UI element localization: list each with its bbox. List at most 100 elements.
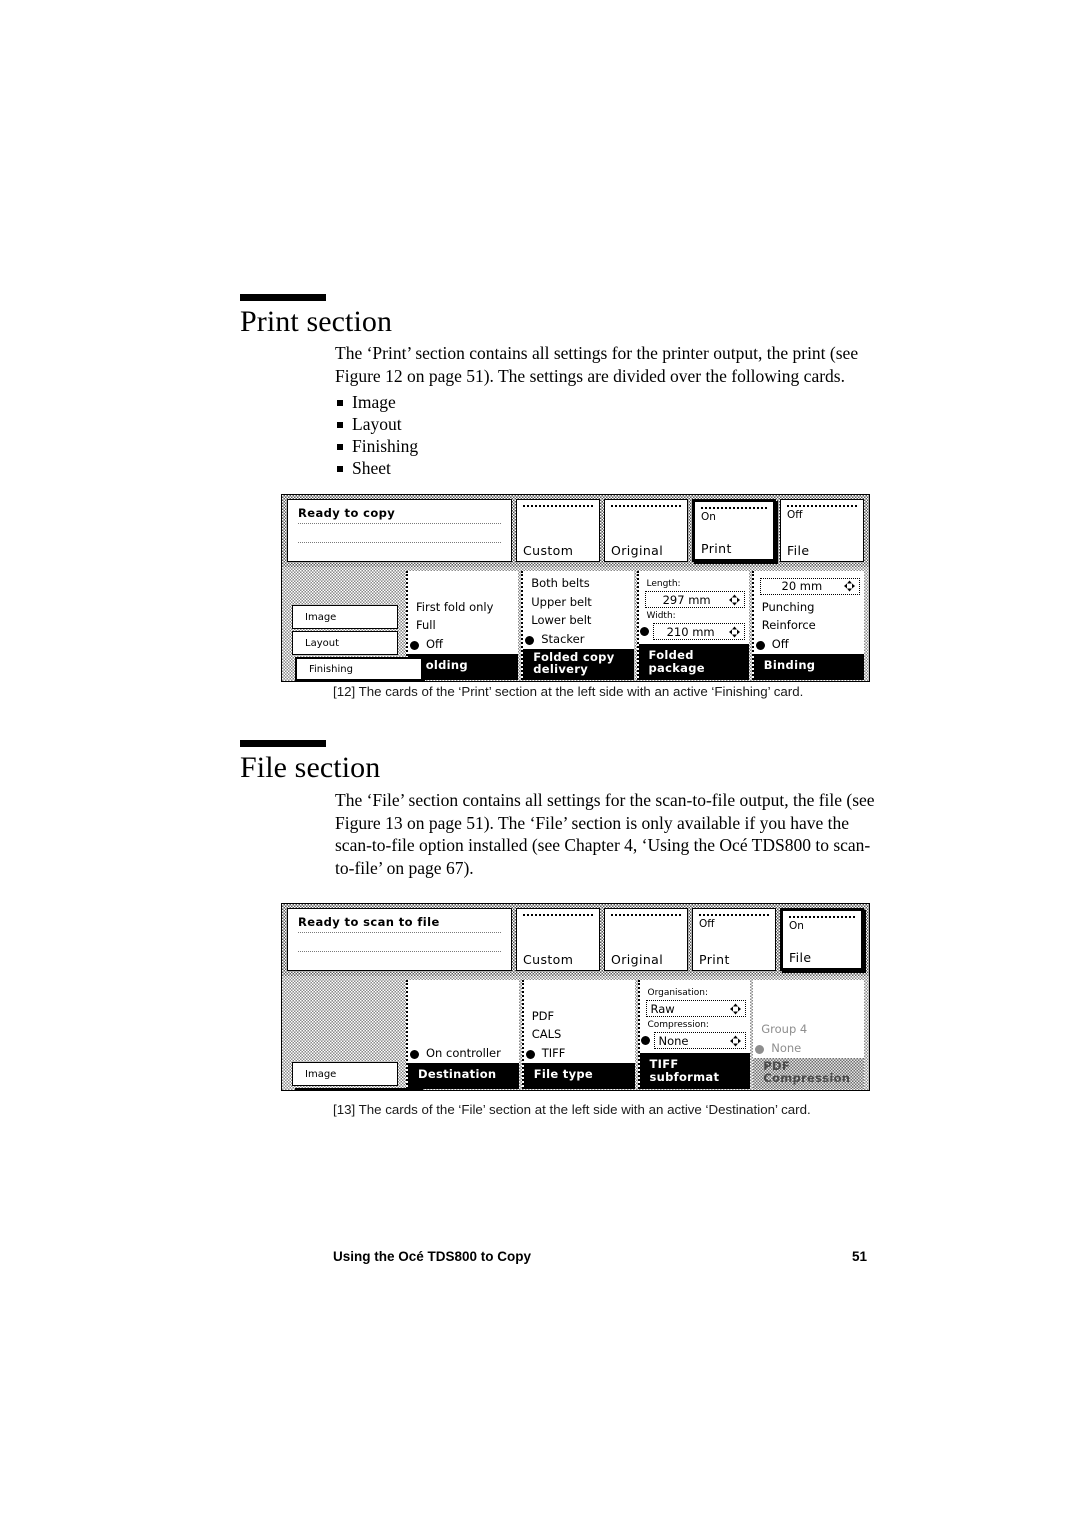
fig13-column-pdf-compression: Group 4 None PDF Compression	[753, 980, 864, 1089]
sidebar-item-image-label: Image	[305, 611, 337, 623]
fig13-status-title: Ready to scan to file	[298, 915, 440, 929]
list-item-label: Layout	[352, 414, 402, 434]
option-binding-off[interactable]: Off	[755, 635, 860, 654]
list-item: Layout	[335, 413, 880, 435]
sidebar-item-destination[interactable]: Destination	[295, 1088, 423, 1090]
fig12-folding-options: First fold only Full Off	[409, 571, 518, 654]
fig13-topcard-print-label: Print	[699, 952, 730, 967]
radio-dot-compression-icon	[640, 1036, 650, 1045]
option-punching[interactable]: Punching	[760, 598, 860, 617]
sidebar-item-finishing[interactable]: Finishing	[295, 657, 423, 681]
option-folding-off[interactable]: Off	[409, 635, 518, 654]
fig13-topcard-custom[interactable]: Custom	[516, 908, 600, 971]
fig13-lower-area: Image Destination On controller Destinat…	[282, 976, 869, 1090]
page-title-print: Print section	[240, 305, 393, 338]
sidebar-item-image-label: Image	[305, 1068, 337, 1080]
spinner-binding-margin[interactable]: 20 mm	[759, 577, 860, 595]
fig12-status-dotline-2	[298, 542, 501, 543]
bullet-square-icon	[337, 466, 343, 472]
sidebar-item-image[interactable]: Image	[292, 605, 398, 629]
option-reinforce[interactable]: Reinforce	[760, 616, 860, 635]
fig13-topcard-file[interactable]: On File	[780, 908, 864, 971]
fig12-column-folded-copy-delivery: Both belts Upper belt Lower belt Stacker…	[521, 571, 634, 680]
spinner-width[interactable]: 210 mm	[639, 623, 745, 640]
fig12-topcard-custom[interactable]: Custom	[516, 499, 600, 562]
fig13-status-dotline-1	[298, 932, 501, 933]
fig12-binding-options: 20 mm Punching Reinforce Off	[755, 571, 864, 654]
fig12-topcard-original-label: Original	[611, 543, 664, 558]
fig12-topcard-custom-dots	[523, 505, 593, 507]
option-full[interactable]: Full	[414, 616, 518, 635]
list-item: Sheet	[335, 457, 880, 479]
fig12-status-title: Ready to copy	[298, 506, 396, 520]
fig13-topcard-original-dots	[611, 914, 681, 916]
dropdown-compression-value: None	[658, 1033, 689, 1048]
fig12-status-box: Ready to copy	[287, 499, 512, 562]
fig12-column-header-folded-copy-delivery: Folded copy delivery	[523, 649, 634, 680]
fig13-topcard-original[interactable]: Original	[604, 908, 688, 971]
file-section-paragraph-text: The ‘File’ section contains all settings…	[335, 790, 875, 878]
fig13-topcard-file-dots	[789, 916, 855, 918]
option-first-fold-only[interactable]: First fold only	[414, 598, 518, 617]
page-title-file: File section	[240, 751, 381, 784]
fig13-destination-options: On controller	[410, 980, 519, 1063]
fig12-topcard-print[interactable]: On Print	[692, 499, 776, 562]
fig12-column-header-binding: Binding	[753, 654, 864, 680]
fig13-topcard-file-upper: On	[789, 920, 804, 932]
figure-13-caption: [13] The cards of the ‘File’ section at …	[333, 1102, 811, 1117]
fig13-status-dotline-2	[298, 951, 501, 952]
fig13-column-header-pdf-compression: PDF Compression	[753, 1058, 864, 1089]
spinner-arrows-icon[interactable]	[728, 594, 740, 605]
page-number: 51	[851, 1249, 867, 1264]
option-pdf[interactable]: PDF	[530, 1007, 635, 1026]
spinner-length[interactable]: 297 mm	[644, 591, 745, 608]
dropdown-organisation[interactable]: Raw	[645, 1000, 747, 1017]
spinner-binding-margin-value: 20 mm	[781, 579, 823, 593]
fig13-column-destination: On controller Destination	[406, 980, 519, 1089]
file-section-paragraph: The ‘File’ section contains all settings…	[335, 789, 880, 879]
option-group-4: Group 4	[761, 1022, 808, 1036]
option-tiff[interactable]: TIFF	[525, 1044, 635, 1063]
sidebar-item-layout[interactable]: Layout	[292, 631, 398, 655]
dropdown-organisation-value: Raw	[650, 1001, 675, 1016]
fig13-topcard-print[interactable]: Off Print	[692, 908, 776, 971]
spinner-width-value: 210 mm	[666, 624, 715, 639]
option-cals[interactable]: CALS	[530, 1025, 635, 1044]
heading-rule	[240, 294, 326, 301]
fig13-file-type-options: PDF CALS TIFF	[525, 980, 635, 1063]
field-label-compression: Compression:	[647, 1020, 709, 1030]
bullet-square-icon	[337, 422, 343, 428]
option-lower-belt[interactable]: Lower belt	[529, 611, 633, 630]
fig12-topcard-print-dots	[701, 507, 767, 509]
fig13-column-header-destination: Destination	[408, 1063, 519, 1089]
list-item-label: Sheet	[352, 458, 391, 478]
option-upper-belt[interactable]: Upper belt	[529, 593, 633, 612]
fig12-topcard-file-upper: Off	[787, 509, 803, 521]
spinner-arrows-icon[interactable]	[728, 626, 740, 637]
spinner-arrows-icon[interactable]	[730, 1035, 742, 1046]
field-label-organisation: Organisation:	[647, 988, 709, 998]
fig12-status-dotline-1	[298, 523, 501, 524]
field-label-width: Width:	[646, 611, 676, 621]
list-item: Finishing	[335, 435, 880, 457]
fig12-topcard-file[interactable]: Off File	[780, 499, 864, 562]
spinner-arrows-icon[interactable]	[730, 1003, 742, 1014]
fig13-topcard-print-upper: Off	[699, 918, 715, 930]
fig13-column-header-tiff-subformat: TIFF subformat	[639, 1053, 751, 1089]
fig12-topcard-original[interactable]: Original	[604, 499, 688, 562]
fig13-topcard-file-label: File	[789, 950, 812, 965]
option-stacker[interactable]: Stacker	[525, 630, 633, 649]
fig12-folded-package-fields: Length: 297 mm Width: 210 mm	[639, 571, 749, 644]
sidebar-item-image[interactable]: Image	[292, 1062, 398, 1086]
fig12-topcard-print-label: Print	[701, 541, 732, 556]
option-both-belts[interactable]: Both belts	[529, 574, 633, 593]
dropdown-compression[interactable]: None	[640, 1032, 747, 1049]
spinner-length-value: 297 mm	[662, 592, 711, 607]
list-item-label: Image	[352, 392, 396, 412]
print-section-heading-block: Print section	[240, 294, 880, 337]
option-on-controller[interactable]: On controller	[410, 1044, 519, 1063]
fig12-lower-area: Image Layout Finishing Sheet First fold …	[282, 567, 869, 681]
fig12-column-folded-package: Length: 297 mm Width: 210 mm Folded pack…	[636, 571, 749, 680]
spinner-arrows-icon[interactable]	[844, 580, 855, 592]
fig12-topcard-original-dots	[611, 505, 681, 507]
